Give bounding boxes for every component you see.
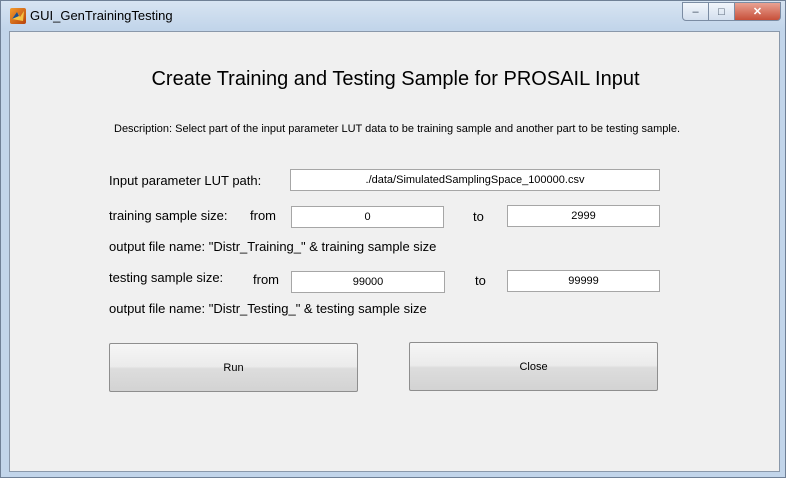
maximize-icon: □ [718, 5, 725, 18]
matlab-icon [10, 8, 26, 24]
testing-to-label: to [475, 273, 486, 288]
lut-path-input[interactable]: ./data/SimulatedSamplingSpace_100000.csv [290, 169, 660, 191]
minimize-button[interactable]: – [682, 2, 709, 21]
minimize-icon: – [692, 5, 699, 18]
app-window: GUI_GenTrainingTesting – □ ✕ Create Trai… [0, 0, 786, 478]
close-button-label: Close [519, 360, 548, 373]
run-button-label: Run [223, 361, 244, 374]
lut-path-label: Input parameter LUT path: [109, 173, 262, 188]
testing-from-input[interactable]: 99000 [291, 271, 445, 293]
testing-output-note: output file name: "Distr_Testing_" & tes… [109, 301, 427, 316]
close-window-button[interactable]: ✕ [735, 2, 781, 21]
close-button[interactable]: Close [409, 342, 658, 391]
training-to-input[interactable]: 2999 [507, 205, 660, 227]
description-text: Description: Select part of the input pa… [114, 123, 681, 135]
close-icon: ✕ [752, 6, 763, 18]
run-button[interactable]: Run [109, 343, 358, 392]
title-bar[interactable]: GUI_GenTrainingTesting – □ ✕ [1, 1, 786, 31]
training-from-label: from [250, 208, 276, 223]
maximize-button[interactable]: □ [709, 2, 735, 21]
window-title: GUI_GenTrainingTesting [30, 8, 173, 23]
testing-size-label: testing sample size: [109, 270, 224, 285]
training-from-input[interactable]: 0 [291, 206, 444, 228]
dialog-panel: Create Training and Testing Sample for P… [9, 31, 780, 472]
page-title: Create Training and Testing Sample for P… [151, 68, 640, 90]
window-controls: – □ ✕ [682, 2, 781, 22]
training-size-label: training sample size: [109, 208, 228, 223]
testing-from-label: from [253, 272, 279, 287]
testing-to-input[interactable]: 99999 [507, 270, 660, 292]
training-to-label: to [473, 209, 484, 224]
training-output-note: output file name: "Distr_Training_" & tr… [109, 239, 437, 254]
